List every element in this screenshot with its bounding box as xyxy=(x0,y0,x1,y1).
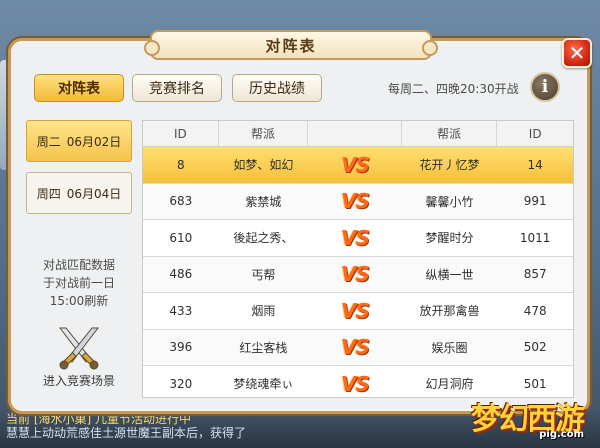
vs-icon: VS xyxy=(341,335,370,360)
row-guild-1: 梦绕魂牵ぃ xyxy=(233,377,294,392)
table-row[interactable]: 396 红尘客栈 VS 娱乐圈 502 xyxy=(143,329,573,366)
date-date: 06月04日 xyxy=(66,186,122,201)
row-guild-1: 紫禁城 xyxy=(245,194,282,209)
row-id-1: 433 xyxy=(169,303,193,318)
tab-matchup[interactable]: 对阵表 xyxy=(34,74,124,102)
tab-history[interactable]: 历史战绩 xyxy=(232,74,322,102)
table-header: ID 帮派 帮派 ID xyxy=(143,121,573,147)
row-id-1: 683 xyxy=(169,194,193,209)
game-logo: 梦幻西游 pig.com xyxy=(462,388,592,444)
date-list: 周二 06月02日 周四 06月04日 xyxy=(26,120,132,224)
refresh-note-line-1: 对战匹配数据 xyxy=(42,258,115,272)
date-day: 周二 xyxy=(36,134,61,149)
vs-icon: VS xyxy=(341,152,370,177)
row-id-2: 14 xyxy=(527,157,543,172)
table-row[interactable]: 486 丐帮 VS 纵横一世 857 xyxy=(143,256,573,293)
panel-title: 对阵表 xyxy=(144,30,438,60)
header-guild-1: 帮派 xyxy=(219,121,309,147)
refresh-note-line-3: 15:00刷新 xyxy=(49,294,109,308)
row-id-2: 502 xyxy=(523,340,547,355)
info-icon: i xyxy=(541,77,549,97)
date-date: 06月02日 xyxy=(66,134,122,149)
row-guild-1: 丐帮 xyxy=(251,267,276,282)
header-vs xyxy=(308,121,402,147)
row-guild-2: 纵横一世 xyxy=(425,267,474,282)
table-row[interactable]: 8 如梦、如幻 VS 花开丿忆梦 14 xyxy=(143,147,573,184)
row-guild-1: 烟雨 xyxy=(251,304,276,319)
enter-scene-label: 进入竞赛场景 xyxy=(42,374,115,388)
crossed-swords-icon xyxy=(58,327,100,370)
table-row[interactable]: 433 烟雨 VS 放开那禽兽 478 xyxy=(143,293,573,330)
refresh-note-line-2: 于对战前一日 xyxy=(42,276,115,290)
tab-ranking[interactable]: 竞赛排名 xyxy=(132,74,222,102)
enter-scene-button[interactable]: 进入竞赛场景 xyxy=(26,324,132,389)
row-id-1: 320 xyxy=(169,376,193,391)
refresh-note: 对战匹配数据 于对战前一日 15:00刷新 xyxy=(26,256,132,310)
row-guild-1: 如梦、如幻 xyxy=(233,158,294,173)
row-guild-1: 红尘客栈 xyxy=(239,340,288,355)
vs-icon: VS xyxy=(341,298,370,323)
logo-sub: pig.com xyxy=(539,429,584,440)
table-row[interactable]: 610 後起之秀、 VS 梦醒时分 1011 xyxy=(143,220,573,257)
close-icon: ✕ xyxy=(568,41,586,65)
date-item-tuesday[interactable]: 周二 06月02日 xyxy=(26,120,132,162)
row-guild-1: 後起之秀、 xyxy=(233,231,294,246)
row-id-1: 396 xyxy=(169,340,193,355)
row-id-2: 1011 xyxy=(519,230,551,245)
vs-icon: VS xyxy=(341,225,370,250)
header-id-1: ID xyxy=(143,121,219,147)
info-button[interactable]: i xyxy=(530,72,560,102)
row-guild-2: 娱乐圈 xyxy=(431,340,468,355)
vs-icon: VS xyxy=(341,371,370,396)
row-id-2: 991 xyxy=(523,194,547,209)
row-id-2: 478 xyxy=(523,303,547,318)
row-id-1: 8 xyxy=(177,157,185,172)
row-guild-2: 花开丿忆梦 xyxy=(419,158,480,173)
table-row[interactable]: 683 紫禁城 VS 馨馨小竹 991 xyxy=(143,183,573,220)
row-id-2: 857 xyxy=(523,267,547,282)
row-id-1: 486 xyxy=(169,267,193,282)
close-button[interactable]: ✕ xyxy=(562,38,592,68)
row-id-1: 610 xyxy=(169,230,193,245)
vs-icon: VS xyxy=(341,189,370,214)
matchup-table: ID 帮派 帮派 ID 8 如梦、如幻 VS 花开丿忆梦 14 683 紫禁城 … xyxy=(142,120,574,398)
row-guild-2: 梦醒时分 xyxy=(425,231,474,246)
header-id-2: ID xyxy=(528,126,542,141)
date-item-thursday[interactable]: 周四 06月04日 xyxy=(26,172,132,214)
schedule-text: 每周二、四晚20:30开战 xyxy=(388,82,519,96)
header-guild-2: 帮派 xyxy=(402,121,498,147)
row-guild-2: 放开那禽兽 xyxy=(419,304,480,319)
row-guild-2: 馨馨小竹 xyxy=(425,194,474,209)
date-day: 周四 xyxy=(36,186,61,201)
vs-icon: VS xyxy=(341,262,370,287)
